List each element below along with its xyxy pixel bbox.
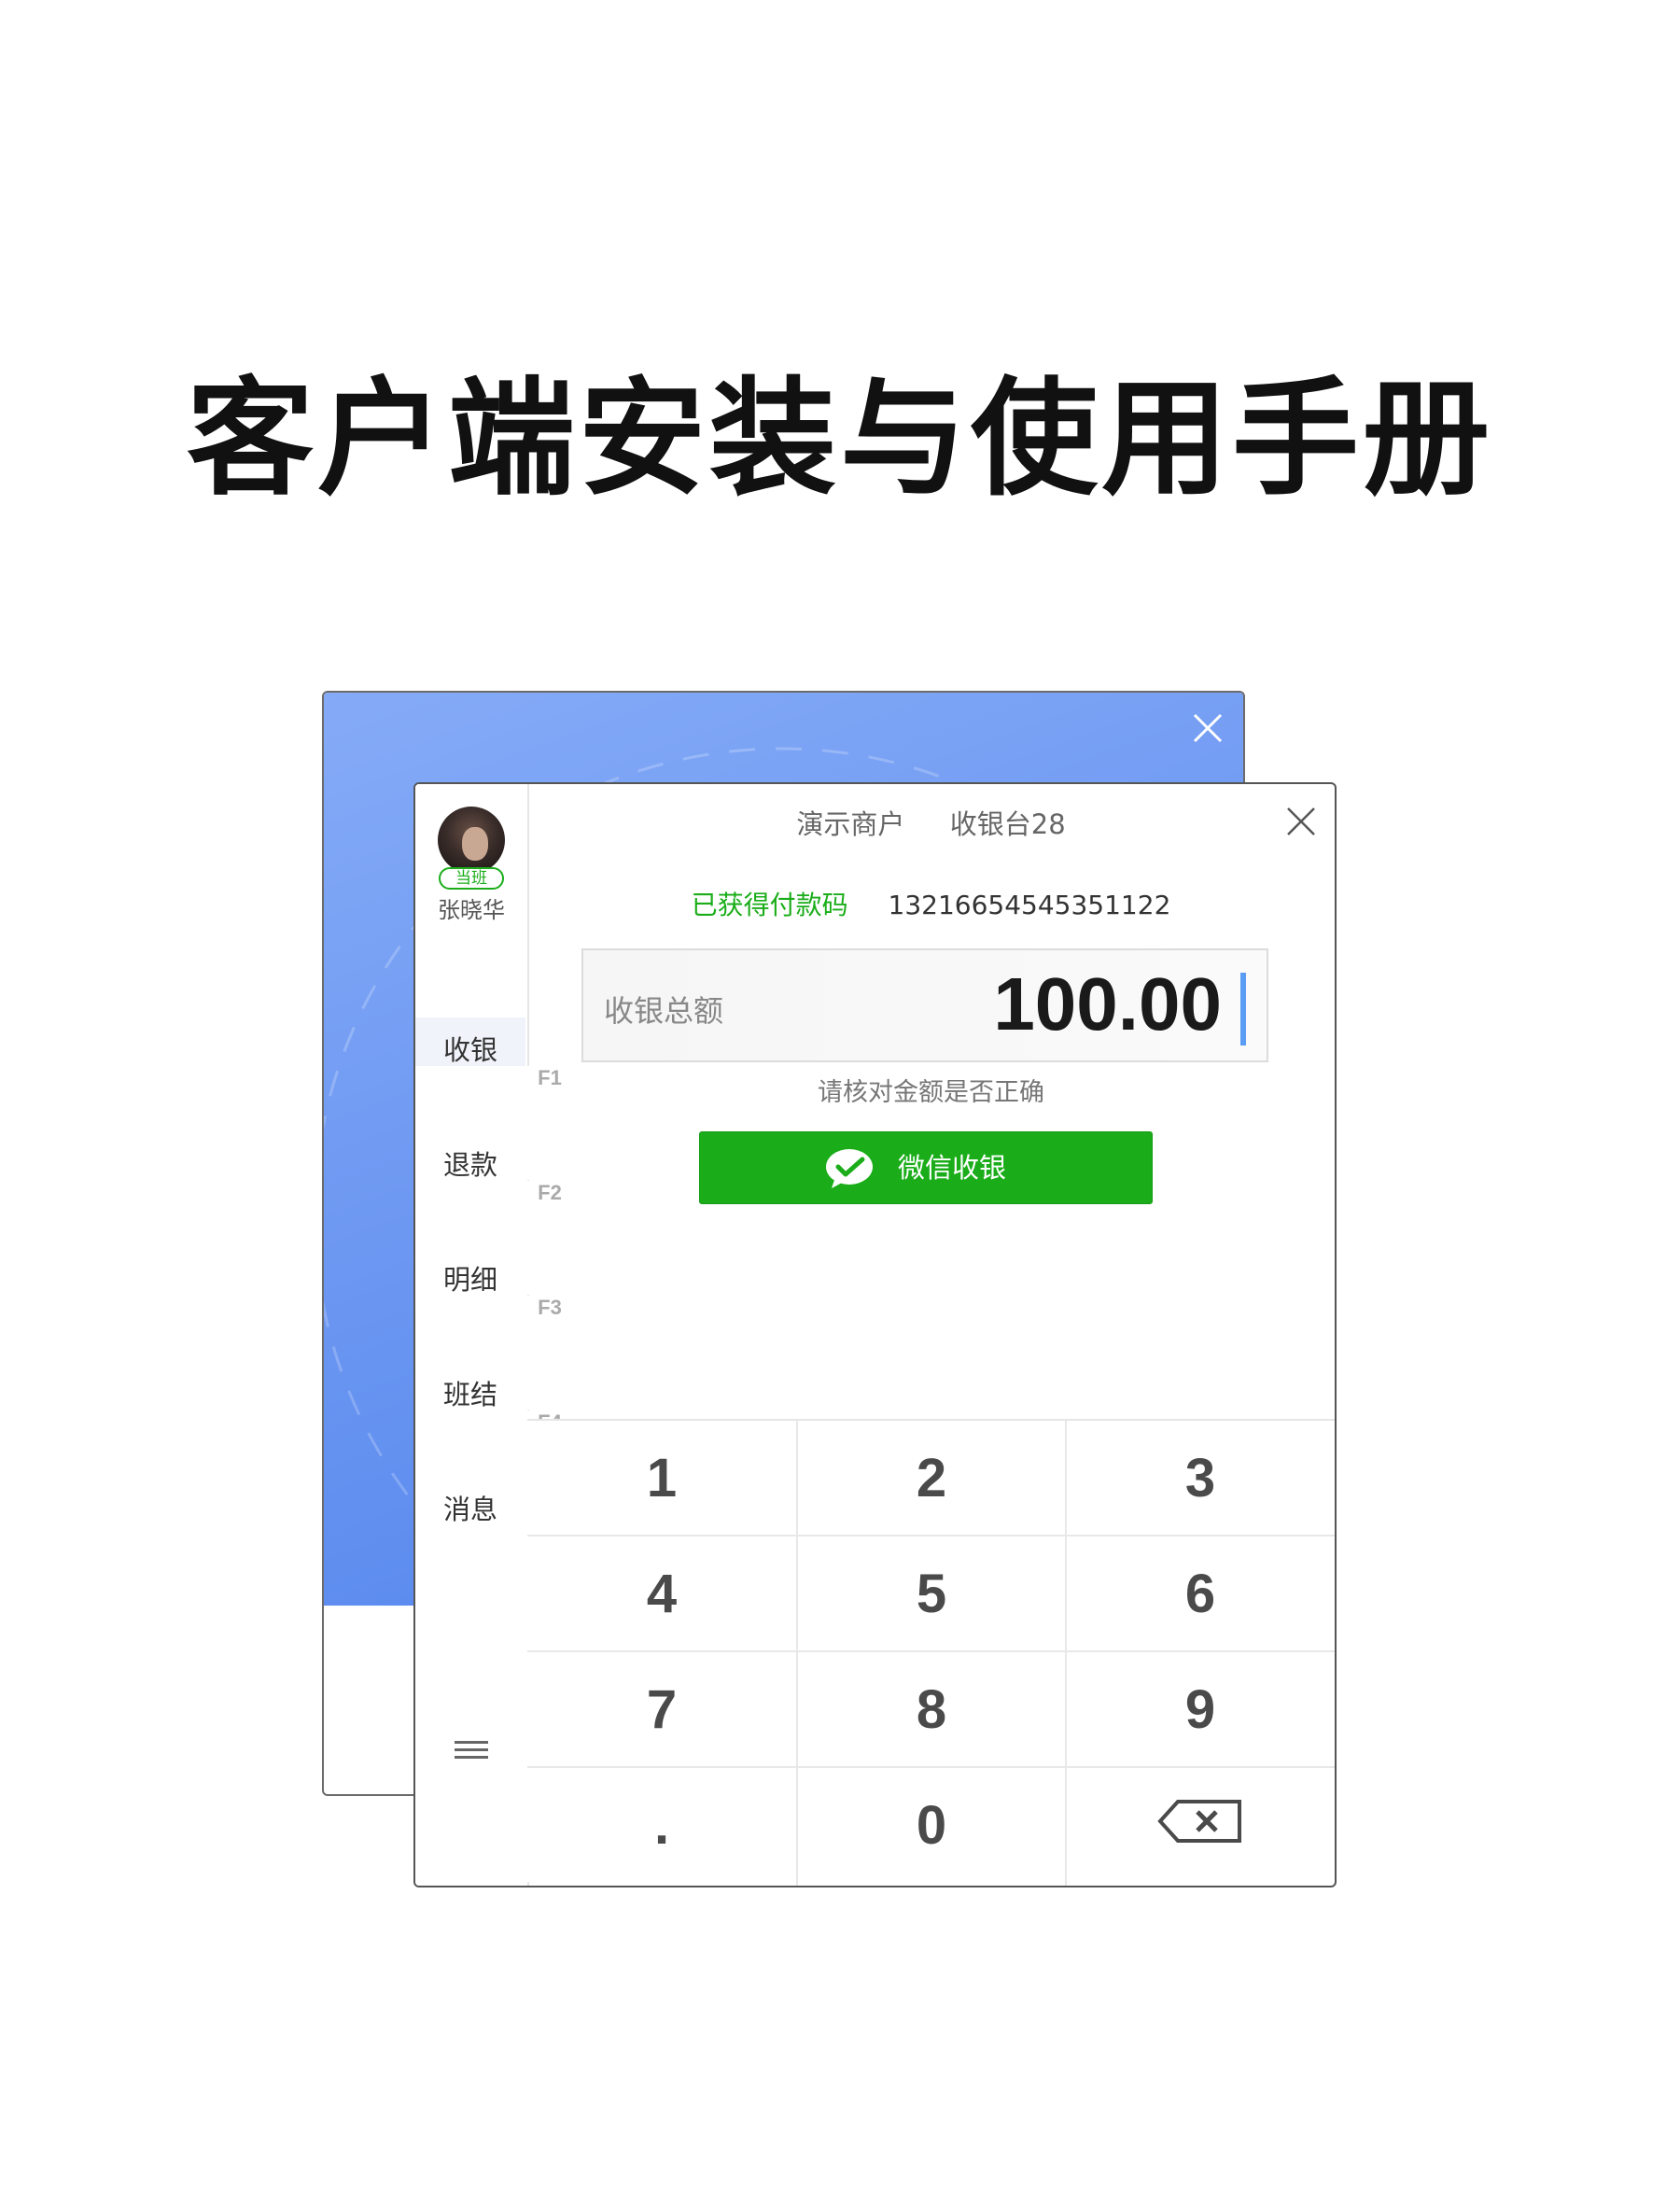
key-8[interactable]: 8: [797, 1652, 1066, 1766]
sidebar-item-label: 收银: [442, 1034, 497, 1066]
merchant-name: 演示商户: [796, 808, 905, 840]
amount-label: 收银总额: [604, 993, 724, 1029]
payment-code-value: 13216654545351122: [888, 890, 1171, 920]
numeric-keypad: 1 2 3 4 5 6 7 8 9 . 0: [527, 1419, 1335, 1886]
wechat-pay-button[interactable]: 微信收银: [699, 1131, 1153, 1204]
key-6[interactable]: 6: [1066, 1536, 1335, 1650]
sidebar-item-label: 退款: [442, 1149, 497, 1181]
key-7[interactable]: 7: [527, 1652, 796, 1766]
hamburger-menu-icon[interactable]: [455, 1734, 488, 1764]
close-icon: [1287, 807, 1315, 835]
sidebar-item-shift-close[interactable]: 班结 F4: [415, 1362, 684, 1524]
payment-code-status: 已获得付款码: [691, 890, 848, 920]
user-name: 张晓华: [438, 897, 505, 923]
close-icon: [1193, 713, 1223, 743]
backspace-icon: [1157, 1799, 1241, 1843]
on-duty-badge: 当班: [439, 867, 504, 890]
amount-hint: 请核对金额是否正确: [818, 1078, 1044, 1107]
sidebar-item-label: 明细: [442, 1264, 497, 1296]
sidebar-item-checkout[interactable]: 收银 F1: [415, 1017, 684, 1180]
terminal-name: 收银台28: [949, 808, 1066, 840]
window-header: 演示商户 收银台28: [527, 803, 1335, 842]
key-0[interactable]: 0: [797, 1768, 1066, 1882]
key-5[interactable]: 5: [797, 1536, 1066, 1650]
close-button[interactable]: [1282, 803, 1320, 840]
main-panel: 演示商户 收银台28 已获得付款码 13216654545351122 收银总额…: [527, 784, 1335, 1886]
key-1[interactable]: 1: [527, 1421, 796, 1535]
sidebar-item-details[interactable]: 明细 F3: [415, 1247, 684, 1410]
payment-code-line: 已获得付款码 13216654545351122: [527, 885, 1335, 922]
sidebar-item-messages[interactable]: 消息 F5: [415, 1477, 684, 1639]
key-3[interactable]: 3: [1066, 1421, 1335, 1535]
sidebar: 当班 张晓华 收银 F1 退款 F2 明细 F3 班结 F4 消息 F5: [415, 784, 684, 1886]
cashier-window: 当班 张晓华 收银 F1 退款 F2 明细 F3 班结 F4 消息 F5 演示商…: [413, 782, 1337, 1887]
background-close-button[interactable]: [1189, 709, 1226, 747]
wechat-pay-label: 微信收银: [898, 1154, 1007, 1184]
amount-value: 100.00: [993, 962, 1222, 1045]
amount-input[interactable]: 收银总额 100.00: [581, 948, 1268, 1062]
key-9[interactable]: 9: [1066, 1652, 1335, 1766]
avatar[interactable]: [438, 807, 505, 874]
key-4[interactable]: 4: [527, 1536, 796, 1650]
key-2[interactable]: 2: [797, 1421, 1066, 1535]
sidebar-item-label: 班结: [442, 1379, 497, 1410]
sidebar-item-label: 消息: [442, 1494, 497, 1525]
key-backspace[interactable]: [1066, 1768, 1335, 1882]
wechat-pay-icon: [826, 1149, 873, 1188]
text-cursor: [1240, 973, 1246, 1045]
sidebar-item-refund[interactable]: 退款 F2: [415, 1132, 684, 1295]
document-title: 客户端安装与使用手册: [187, 366, 1493, 513]
key-decimal[interactable]: .: [527, 1768, 796, 1882]
